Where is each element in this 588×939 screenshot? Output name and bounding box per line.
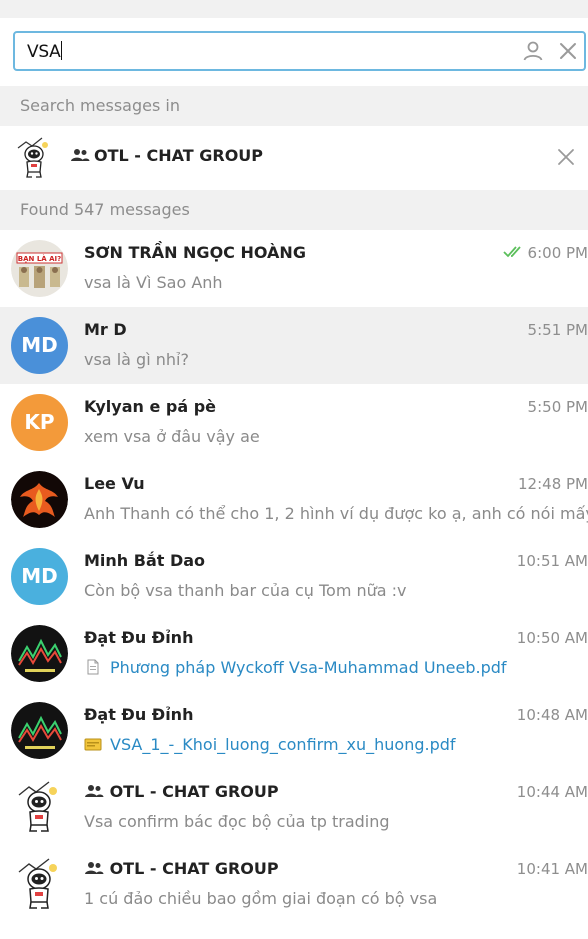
message-time: 10:41 AM	[516, 860, 588, 878]
clear-search-icon[interactable]	[557, 40, 579, 62]
group-name-text: OTL - CHAT GROUP	[109, 782, 279, 801]
user-avatar: MD	[11, 548, 68, 605]
message-preview: vsa là Vì Sao Anh	[84, 273, 223, 292]
user-avatar	[11, 702, 68, 759]
chat-filter-row: OTL - CHAT GROUP	[0, 126, 588, 190]
result-row[interactable]: MD Mr D 5:51 PM vsa là gì nhỉ?	[0, 307, 588, 384]
sender-name: Minh Bắt Dao	[84, 551, 206, 570]
user-avatar: MD	[11, 317, 68, 374]
result-row[interactable]: Đạt Đu Đỉnh 10:48 AM VSA_1_-_Khoi_luong_…	[0, 692, 588, 769]
filter-chat-title: OTL - CHAT GROUP	[70, 146, 263, 165]
result-row[interactable]: Đạt Đu Đỉnh 10:50 AM Phương pháp Wyckoff…	[0, 615, 588, 692]
sender-name: Mr D	[84, 320, 127, 339]
user-avatar	[11, 625, 68, 682]
file-icon	[84, 738, 102, 751]
found-count-label: Found 547 messages	[0, 190, 588, 230]
group-name: OTL - CHAT GROUP	[84, 859, 279, 878]
sender-name: Đạt Đu Đỉnh	[84, 628, 194, 647]
result-row[interactable]: Lee Vu 12:48 PM Anh Thanh có thể cho 1, …	[0, 461, 588, 538]
text-caret	[61, 41, 63, 60]
message-time: 10:48 AM	[516, 706, 588, 724]
result-row[interactable]: BẠN LÀ AI? SƠN TRẦN NGỌC HOÀNG 6:00 PM v…	[0, 230, 588, 307]
search-input[interactable]: VSA	[27, 41, 507, 62]
message-preview[interactable]: VSA_1_-_Khoi_luong_confirm_xu_huong.pdf	[84, 735, 588, 754]
user-avatar: BẠN LÀ AI?	[11, 240, 68, 297]
time-text: 6:00 PM	[527, 244, 588, 262]
result-row[interactable]: OTL - CHAT GROUP 10:41 AM 1 cú đảo chiều…	[0, 846, 588, 923]
search-header: VSA	[0, 0, 588, 86]
message-time: 10:51 AM	[516, 552, 588, 570]
group-icon	[85, 785, 104, 797]
sender-name: SƠN TRẦN NGỌC HOÀNG	[84, 243, 306, 262]
search-box[interactable]: VSA	[13, 31, 586, 71]
sender-name: Đạt Đu Đỉnh	[84, 705, 194, 724]
message-preview: Còn bộ vsa thanh bar của cụ Tom nữa :v	[84, 581, 407, 600]
message-time: 5:50 PM	[527, 398, 588, 416]
message-preview: Anh Thanh có thể cho 1, 2 hình ví dụ đượ…	[84, 504, 588, 523]
message-preview[interactable]: Phương pháp Wyckoff Vsa-Muhammad Uneeb.p…	[84, 658, 588, 677]
message-time: 5:51 PM	[527, 321, 588, 339]
sender-name: Lee Vu	[84, 474, 145, 493]
group-icon	[71, 149, 90, 161]
filter-chat-name: OTL - CHAT GROUP	[94, 146, 264, 165]
double-check-icon	[502, 246, 521, 258]
message-preview: 1 cú đảo chiều bao gồm giai đoạn có bộ v…	[84, 889, 438, 908]
group-avatar	[11, 779, 68, 836]
group-icon	[85, 862, 104, 874]
results-list: BẠN LÀ AI? SƠN TRẦN NGỌC HOÀNG 6:00 PM v…	[0, 230, 588, 923]
user-avatar	[11, 471, 68, 528]
remove-filter-close-icon[interactable]	[556, 147, 576, 167]
file-name[interactable]: Phương pháp Wyckoff Vsa-Muhammad Uneeb.p…	[110, 658, 507, 677]
group-name: OTL - CHAT GROUP	[84, 782, 279, 801]
message-time: 6:00 PM	[502, 244, 588, 262]
message-time: 12:48 PM	[518, 475, 588, 493]
group-name-text: OTL - CHAT GROUP	[109, 859, 279, 878]
message-preview: vsa là gì nhỉ?	[84, 350, 189, 369]
user-avatar: KP	[11, 394, 68, 451]
result-row[interactable]: KP Kylyan e pá pè 5:50 PM xem vsa ở đâu …	[0, 384, 588, 461]
chat-avatar	[17, 137, 48, 178]
sender-name: Kylyan e pá pè	[84, 397, 217, 416]
message-preview: Vsa confirm bác đọc bộ của tp trading	[84, 812, 390, 831]
top-strip	[0, 0, 588, 18]
file-name[interactable]: VSA_1_-_Khoi_luong_confirm_xu_huong.pdf	[110, 735, 456, 754]
file-icon	[87, 659, 99, 675]
group-avatar	[11, 856, 68, 913]
search-person-icon[interactable]	[521, 39, 545, 63]
message-preview: xem vsa ở đâu vậy ae	[84, 427, 260, 446]
search-in-label: Search messages in	[0, 86, 588, 126]
svg-text:BẠN LÀ AI?: BẠN LÀ AI?	[18, 254, 61, 263]
result-row[interactable]: MD Minh Bắt Dao 10:51 AM Còn bộ vsa than…	[0, 538, 588, 615]
message-time: 10:44 AM	[516, 783, 588, 801]
search-query: VSA	[27, 42, 61, 62]
message-time: 10:50 AM	[516, 629, 588, 647]
result-row[interactable]: OTL - CHAT GROUP 10:44 AM Vsa confirm bá…	[0, 769, 588, 846]
